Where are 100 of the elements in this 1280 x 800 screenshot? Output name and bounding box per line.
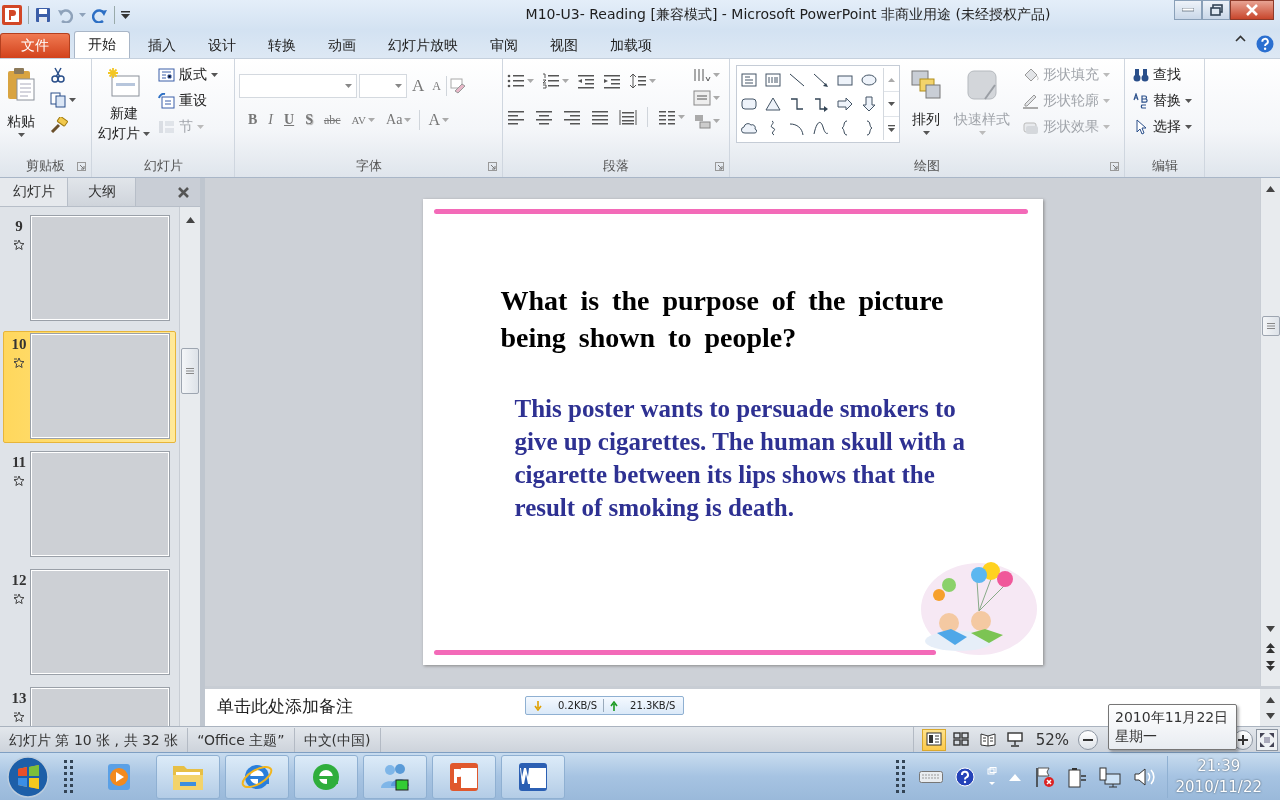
line-icon[interactable] (789, 72, 805, 88)
help-icon[interactable] (1256, 35, 1274, 53)
maximize-button[interactable] (1202, 0, 1230, 20)
bullet-list-icon[interactable] (507, 73, 525, 89)
grow-font-button[interactable]: A (409, 76, 428, 96)
ribbon-tab[interactable]: 动画 (314, 33, 370, 58)
format-button[interactable]: B (245, 112, 261, 128)
fit-window-button[interactable] (1256, 728, 1278, 751)
ribbon-tab[interactable]: 转换 (254, 33, 310, 58)
format-button[interactable]: AV (348, 114, 379, 126)
save-icon[interactable] (35, 7, 51, 23)
font-size-field[interactable] (359, 74, 407, 98)
arrow-line-icon[interactable] (813, 72, 829, 88)
arrange-button[interactable]: 排列 (908, 67, 944, 137)
ribbon-command[interactable]: 选择 (1131, 117, 1194, 137)
down-arrow-icon[interactable] (861, 96, 877, 112)
pane-tab[interactable]: 大纲 (68, 178, 136, 206)
ribbon-tab[interactable]: 插入 (134, 33, 190, 58)
decrease-indent-icon[interactable] (577, 73, 595, 89)
volume-icon[interactable] (1132, 765, 1155, 788)
notes-placeholder[interactable]: 单击此处添加备注 (217, 696, 353, 716)
font-name-field[interactable] (239, 74, 357, 98)
scroll-down-icon[interactable] (1266, 626, 1275, 632)
rectangle-icon[interactable] (837, 72, 853, 88)
dialog-launcher-icon[interactable] (77, 161, 86, 171)
triangle-icon[interactable] (765, 96, 781, 112)
line-spacing-icon[interactable] (629, 73, 647, 89)
collapse-ribbon-icon[interactable] (1235, 35, 1246, 42)
rounded-rectangle-icon[interactable] (741, 96, 757, 112)
pane-tab[interactable]: 幻灯片 (0, 178, 68, 206)
oval-icon[interactable] (861, 72, 877, 88)
dialog-launcher-icon[interactable] (1110, 161, 1119, 171)
columns-icon[interactable] (658, 109, 676, 125)
numbered-list-icon[interactable] (542, 73, 560, 89)
ribbon-tab[interactable]: 加载项 (596, 33, 666, 58)
format-button[interactable]: A (425, 111, 452, 129)
curve-icon[interactable] (813, 120, 829, 136)
keyboard-icon[interactable] (918, 770, 943, 783)
format-painter-icon[interactable] (50, 117, 68, 133)
next-slide-icon[interactable] (1266, 660, 1275, 672)
zoom-out-button[interactable] (1078, 729, 1098, 750)
dialog-launcher-icon[interactable] (715, 161, 724, 171)
ribbon-command[interactable]: 替换 (1131, 91, 1194, 111)
taskbar-button[interactable] (225, 754, 289, 799)
arc-icon[interactable] (789, 120, 805, 136)
shapes-gallery[interactable] (736, 65, 900, 143)
network-icon[interactable] (1098, 765, 1121, 788)
format-button[interactable]: S (302, 112, 316, 128)
align-center-icon[interactable] (535, 109, 553, 125)
start-button-icon[interactable] (6, 754, 50, 799)
format-button[interactable]: I (265, 112, 276, 128)
ribbon-command[interactable]: 版式 (156, 65, 220, 85)
help-icon[interactable] (954, 766, 975, 787)
previous-slide-icon[interactable] (1266, 642, 1275, 654)
paste-button[interactable]: 粘贴 (4, 65, 38, 139)
battery-plug-icon[interactable] (1066, 765, 1087, 788)
ribbon-command[interactable]: 重设 (156, 91, 220, 111)
increase-indent-icon[interactable] (603, 73, 621, 89)
taskbar-button[interactable] (363, 754, 427, 799)
scroll-up-icon[interactable] (1265, 696, 1275, 703)
elbow-arrow-icon[interactable] (813, 96, 829, 112)
format-button[interactable]: abc (320, 112, 344, 128)
view-button[interactable] (921, 728, 946, 751)
justify-icon[interactable] (591, 109, 609, 125)
scroll-down-icon[interactable] (888, 102, 895, 106)
ribbon-tab[interactable]: 幻灯片放映 (374, 33, 472, 58)
ribbon-tab[interactable]: 审阅 (476, 33, 532, 58)
file-tab[interactable]: 文件 (0, 33, 70, 58)
window-switch-icon[interactable] (986, 766, 997, 787)
slide-thumbnail[interactable]: 10 (3, 331, 176, 443)
ribbon-tab[interactable]: 开始 (74, 31, 130, 58)
app-logo-icon[interactable] (2, 5, 22, 25)
cut-icon[interactable] (50, 67, 66, 83)
scrollbar-thumb[interactable] (181, 348, 199, 394)
close-icon[interactable] (177, 185, 190, 199)
new-slide-button[interactable]: 新建 幻灯片 (96, 65, 152, 145)
redo-icon[interactable] (92, 7, 108, 23)
close-button[interactable] (1230, 0, 1274, 20)
taskbar-button[interactable] (294, 754, 358, 799)
scroll-down-icon[interactable] (1265, 712, 1275, 719)
format-button[interactable]: U (281, 112, 298, 128)
cloud-icon[interactable] (741, 120, 757, 136)
ribbon-tab[interactable]: 视图 (536, 33, 592, 58)
taskbar-button[interactable] (432, 754, 496, 799)
text-direction-icon[interactable] (693, 67, 711, 83)
distributed-icon[interactable] (619, 109, 637, 125)
taskbar-button[interactable] (156, 754, 220, 799)
shrink-font-button[interactable]: A (429, 78, 444, 94)
align-left-icon[interactable] (507, 109, 525, 125)
dialog-launcher-icon[interactable] (488, 161, 497, 171)
ribbon-command[interactable]: 查找 (1131, 65, 1194, 85)
scroll-up-icon[interactable] (185, 217, 195, 223)
format-button[interactable]: Aa (383, 112, 415, 128)
more-icon[interactable] (888, 124, 895, 132)
taskbar-button[interactable] (501, 754, 565, 799)
ribbon-tab[interactable]: 设计 (194, 33, 250, 58)
scrollbar-thumb[interactable] (1261, 316, 1280, 336)
customize-icon[interactable] (121, 11, 130, 19)
zoom-level[interactable]: 52% (1035, 730, 1069, 749)
copy-icon[interactable] (50, 92, 66, 108)
